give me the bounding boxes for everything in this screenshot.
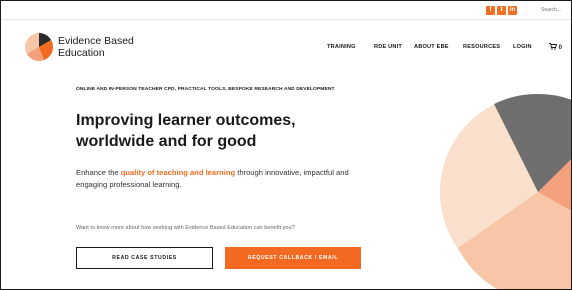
brand-line-2: Education (58, 47, 105, 59)
site-header: Evidence Based Education TRAINING RDE UN… (1, 20, 571, 74)
linkedin-glyph: in (509, 7, 516, 13)
hero-headline: Improving learner outcomes, worldwide an… (76, 112, 296, 150)
nav-resources[interactable]: RESOURCES (463, 44, 500, 50)
logo-pie-icon[interactable] (24, 32, 54, 62)
read-case-studies-button[interactable]: READ CASE STUDIES (76, 247, 213, 269)
linkedin-icon[interactable]: in (508, 6, 517, 15)
nav-rde-unit[interactable]: RDE UNIT (374, 44, 402, 50)
twitter-icon[interactable]: t (497, 6, 506, 15)
sub-text-before: Enhance the (76, 168, 121, 177)
search-input[interactable] (541, 4, 571, 16)
browser-frame: f t in Evidence Based Education TRAINING… (0, 0, 572, 290)
cart-button[interactable]: 0 (549, 43, 562, 51)
brand-name[interactable]: Evidence Based Education (58, 35, 178, 59)
request-callback-button[interactable]: REQUEST CALLBACK / EMAIL (225, 247, 361, 269)
twitter-glyph: t (500, 7, 503, 13)
cart-icon (549, 43, 557, 50)
sub-highlight: quality of teaching and learning (120, 168, 236, 177)
pie-graphic (440, 93, 571, 289)
nav-training[interactable]: TRAINING (327, 44, 356, 50)
hero-subtitle: Enhance the quality of teaching and lear… (76, 167, 366, 191)
cart-count: 0 (558, 45, 563, 51)
hero-eyebrow: ONLINE AND IN-PERSON TEACHER CPD, PRACTI… (76, 87, 335, 92)
utility-bar: f t in (1, 1, 571, 20)
nav-about-ebe[interactable]: ABOUT EBE (414, 44, 449, 50)
hero-question: Want to know more about how working with… (76, 225, 295, 231)
facebook-glyph: f (489, 7, 492, 13)
brand-line-1: Evidence Based (58, 35, 134, 47)
nav-login[interactable]: LOGIN (513, 44, 532, 50)
facebook-icon[interactable]: f (486, 6, 495, 15)
